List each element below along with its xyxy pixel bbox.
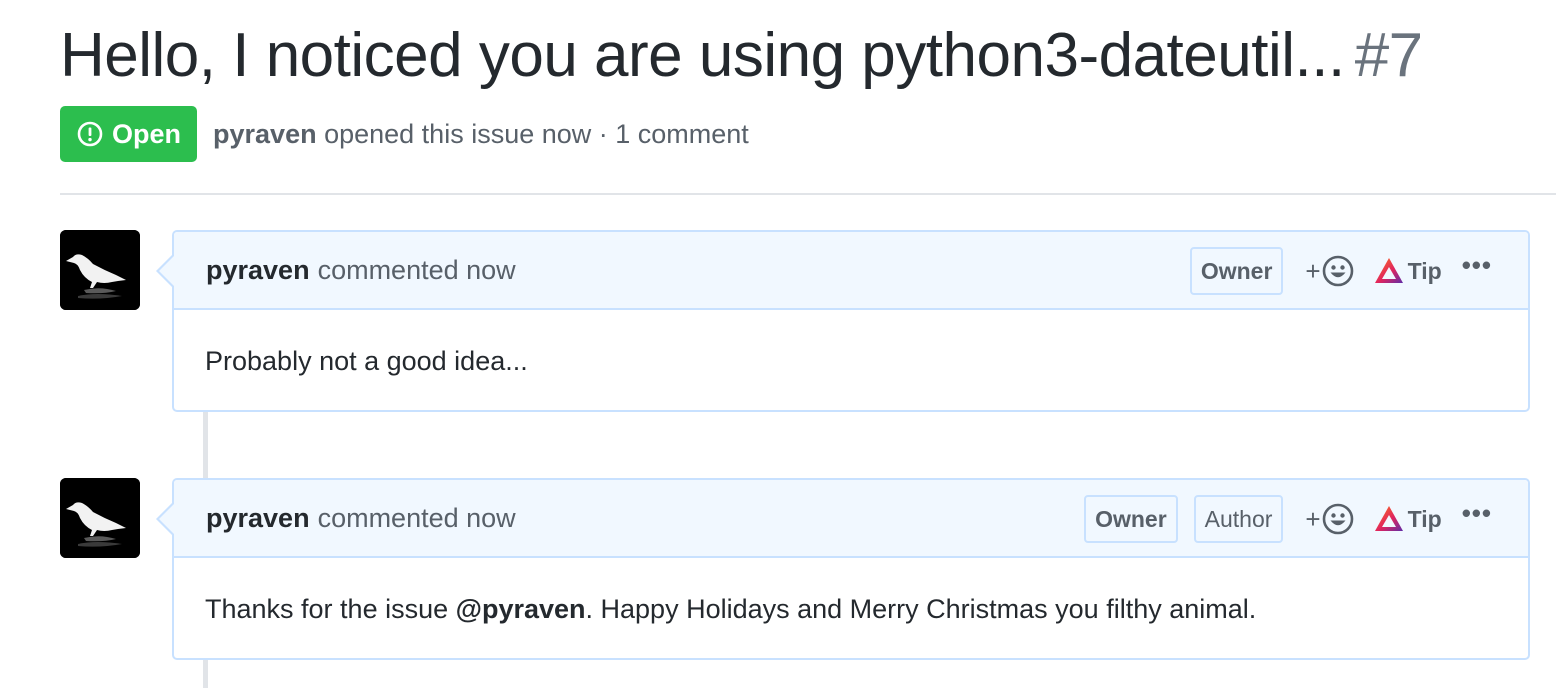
- owner-badge: Owner: [1084, 495, 1178, 543]
- comment-card: pyraven commented now Owner Author + Tip…: [156, 478, 1530, 660]
- smiley-icon: [1322, 503, 1353, 535]
- issue-opened-icon: [77, 121, 103, 147]
- state-label: Open: [112, 118, 182, 149]
- issue-title: Hello, I noticed you are using python3-d…: [60, 18, 1423, 94]
- issue-opened-text: opened this issue now · 1 comment: [316, 118, 749, 149]
- brave-tip-icon: [1374, 258, 1403, 283]
- issue-opened-line: pyraven opened this issue now · 1 commen…: [213, 119, 749, 150]
- tip-button[interactable]: Tip: [1374, 257, 1442, 285]
- comment-timestamp[interactable]: commented now: [318, 255, 516, 286]
- owner-badge: Owner: [1189, 247, 1284, 295]
- smiley-icon: [1322, 255, 1353, 287]
- plus-icon: +: [1305, 255, 1321, 286]
- tip-button[interactable]: Tip: [1374, 505, 1442, 533]
- avatar[interactable]: [60, 478, 140, 558]
- kebab-icon[interactable]: •••: [1462, 252, 1492, 278]
- comment-header: pyraven commented now Owner Author + Tip…: [156, 480, 1528, 558]
- avatar-raven: [60, 478, 140, 558]
- tip-label: Tip: [1407, 257, 1442, 284]
- issue-meta: Open pyraven opened this issue now · 1 c…: [60, 106, 749, 162]
- comment-author-link[interactable]: pyraven: [206, 255, 310, 286]
- comment-body-text: . Happy Holidays and Merry Christmas you…: [585, 594, 1257, 624]
- avatar[interactable]: [60, 230, 140, 310]
- timeline-connector: [203, 412, 208, 480]
- issue-number: #7: [1354, 21, 1423, 90]
- comment-actions: Owner + Tip •••: [1189, 232, 1492, 310]
- issue-title-text: Hello, I noticed you are using python3-d…: [60, 21, 1345, 90]
- issue-author-link[interactable]: pyraven: [213, 119, 317, 149]
- comment-card: pyraven commented now Owner + Tip ••• Pr…: [156, 230, 1530, 412]
- state-badge-open: Open: [60, 106, 198, 162]
- comment-timestamp[interactable]: commented now: [318, 503, 516, 534]
- plus-icon: +: [1305, 503, 1321, 534]
- brave-tip-icon: [1374, 506, 1403, 531]
- comment-arrow-fill: [159, 255, 175, 287]
- comment-actions: Owner Author + Tip •••: [1084, 480, 1492, 558]
- tip-label: Tip: [1407, 505, 1442, 532]
- comment-header: pyraven commented now Owner + Tip •••: [156, 232, 1528, 310]
- add-reaction-button[interactable]: +: [1305, 503, 1353, 535]
- comment-author-link[interactable]: pyraven: [206, 503, 310, 534]
- author-badge: Author: [1193, 495, 1284, 543]
- user-mention-link[interactable]: @pyraven: [456, 594, 586, 624]
- kebab-icon[interactable]: •••: [1462, 500, 1492, 526]
- comment-body: Probably not a good idea...: [174, 310, 1528, 410]
- comment-body-text: Probably not a good idea...: [205, 346, 528, 376]
- timeline-connector: [203, 660, 208, 688]
- comment-body: Thanks for the issue @pyraven. Happy Hol…: [174, 558, 1528, 658]
- comment-arrow-fill: [159, 503, 175, 535]
- header-divider: [60, 193, 1556, 195]
- comment-body-text: Thanks for the issue: [205, 594, 456, 624]
- avatar-raven: [60, 230, 140, 310]
- add-reaction-button[interactable]: +: [1305, 255, 1353, 287]
